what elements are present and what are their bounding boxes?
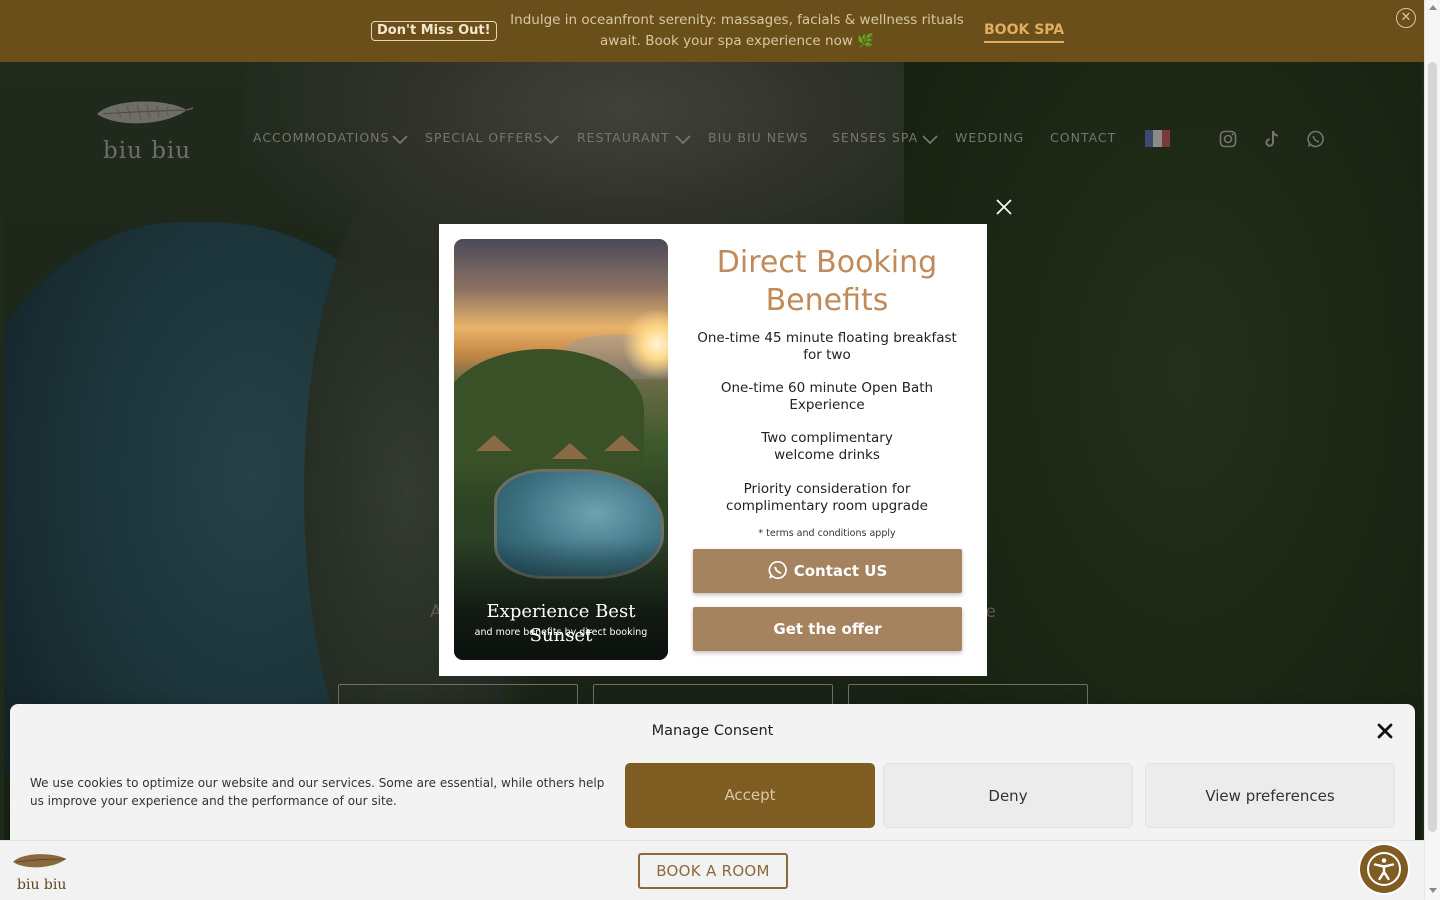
leaf-logo-icon: biu biu bbox=[97, 101, 194, 164]
site-logo[interactable]: biu biu bbox=[95, 100, 195, 164]
view-preferences-button[interactable]: View preferences bbox=[1145, 763, 1395, 828]
image-subtitle: and more benefits by direct booking bbox=[474, 627, 648, 638]
chevron-down-icon[interactable] bbox=[674, 132, 692, 146]
image-title: Experience Best Sunset bbox=[486, 601, 636, 646]
book-spa-link[interactable]: BOOK SPA bbox=[984, 20, 1065, 43]
nav-contact[interactable]: CONTACT bbox=[1050, 129, 1116, 147]
french-flag-icon[interactable] bbox=[1145, 130, 1170, 147]
terms-note: * terms and conditions apply bbox=[758, 528, 896, 539]
whatsapp-icon bbox=[768, 560, 787, 580]
nav-special-offers[interactable]: SPECIAL OFFERS bbox=[425, 129, 543, 147]
modal-title: Direct Booking Benefits bbox=[716, 245, 938, 318]
nav-wedding[interactable]: WEDDING bbox=[955, 129, 1024, 147]
book-a-room-button[interactable]: BOOK A ROOM bbox=[638, 853, 788, 889]
whatsapp-icon[interactable] bbox=[1306, 129, 1326, 149]
contact-us-button[interactable]: Contact US bbox=[693, 549, 962, 593]
nav-senses-spa[interactable]: SENSES SPA bbox=[832, 129, 918, 147]
photo-hut bbox=[604, 435, 640, 451]
bottom-logo[interactable]: biu biu bbox=[12, 853, 70, 893]
get-offer-button[interactable]: Get the offer bbox=[693, 607, 962, 651]
nav-restaurant[interactable]: RESTAURANT bbox=[577, 129, 670, 147]
deny-button[interactable]: Deny bbox=[883, 763, 1133, 828]
scroll-up-arrow-icon[interactable] bbox=[1429, 5, 1437, 10]
benefit-item: Priority consideration for complimentary… bbox=[726, 481, 928, 514]
accessibility-icon bbox=[1367, 852, 1401, 886]
promo-bar: Don't Miss Out! Indulge in oceanfront se… bbox=[0, 0, 1440, 62]
promo-message: Indulge in oceanfront serenity: massages… bbox=[510, 12, 964, 49]
close-icon[interactable] bbox=[993, 196, 1015, 218]
photo-cliff bbox=[454, 349, 644, 469]
scrollbar-thumb[interactable] bbox=[1428, 62, 1437, 832]
photo-hut bbox=[476, 435, 512, 451]
consent-message: We use cookies to optimize our website a… bbox=[30, 776, 605, 808]
cookie-consent-banner: Manage Consent We use cookies to optimiz… bbox=[10, 704, 1415, 854]
accessibility-button[interactable] bbox=[1360, 845, 1408, 893]
logo-wordmark: biu biu bbox=[103, 138, 191, 164]
promo-badge: Don't Miss Out! bbox=[371, 21, 497, 41]
chevron-down-icon[interactable] bbox=[542, 132, 560, 146]
chevron-down-icon[interactable] bbox=[391, 132, 409, 146]
close-circle-icon[interactable]: ✕ bbox=[1396, 8, 1416, 28]
direct-booking-modal: Experience Best Sunset and more benefits… bbox=[439, 224, 987, 676]
scroll-down-arrow-icon[interactable] bbox=[1429, 888, 1437, 893]
nav-biu-biu-news[interactable]: BIU BIU NEWS bbox=[708, 129, 808, 147]
benefit-item: One-time 60 minute Open Bath Experience bbox=[720, 380, 934, 413]
instagram-icon[interactable] bbox=[1218, 129, 1238, 149]
page-scrollbar[interactable] bbox=[1424, 0, 1440, 900]
consent-title: Manage Consent bbox=[651, 723, 774, 739]
bottom-logo-wordmark: biu biu bbox=[17, 877, 66, 893]
nav-accommodations[interactable]: ACCOMMODATIONS bbox=[253, 129, 389, 147]
close-icon[interactable] bbox=[1375, 721, 1395, 741]
benefit-item: Two complimentary welcome drinks bbox=[761, 430, 893, 463]
accept-button[interactable]: Accept bbox=[625, 763, 875, 828]
tiktok-icon[interactable] bbox=[1262, 129, 1282, 149]
bottom-booking-bar: biu biu BOOK A ROOM bbox=[0, 840, 1440, 900]
contact-us-label: Contact US bbox=[793, 562, 888, 580]
chevron-down-icon[interactable] bbox=[921, 132, 939, 146]
sunset-pool-image: Experience Best Sunset and more benefits… bbox=[454, 239, 668, 660]
benefit-item: One-time 45 minute floating breakfast fo… bbox=[697, 330, 957, 363]
photo-hut bbox=[552, 443, 588, 459]
